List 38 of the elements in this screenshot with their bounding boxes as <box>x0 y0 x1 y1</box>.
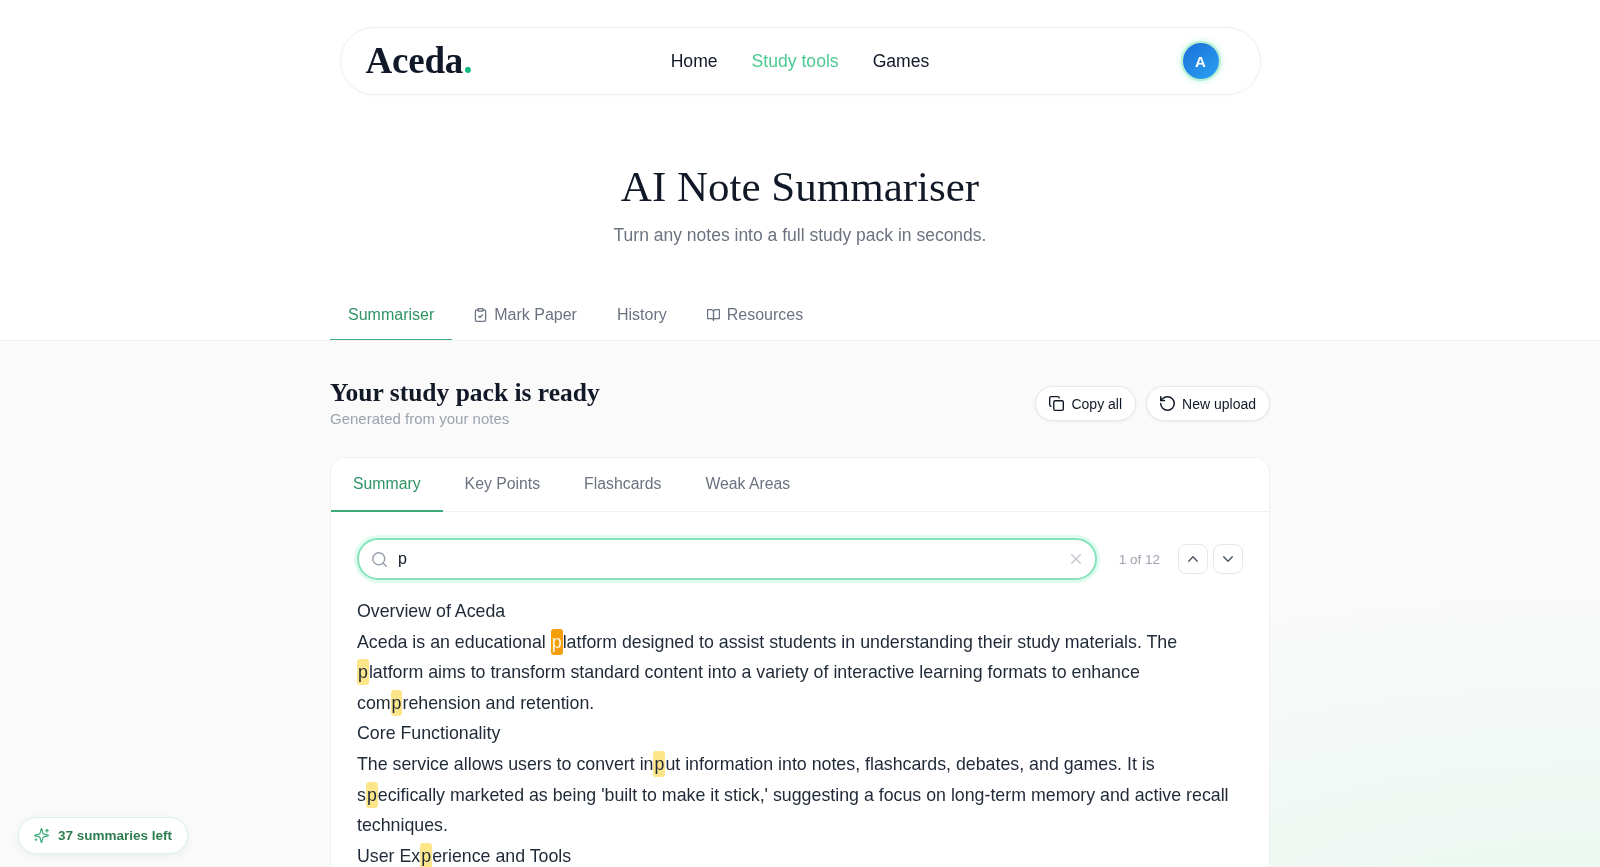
page-subtitle: Turn any notes into a full study pack in seconds. <box>612 224 988 247</box>
page-title: AI Note Summariser <box>619 162 981 212</box>
match-counter: 1 of 12 <box>1118 551 1160 567</box>
next-match-button[interactable] <box>1213 544 1243 574</box>
tab[interactable]: History <box>598 290 685 341</box>
summary-paragraph: User Experience and Tools <box>357 840 1243 867</box>
chevron-up-icon <box>1188 556 1198 562</box>
new-upload-button[interactable]: New upload <box>1146 386 1270 421</box>
previous-match-button[interactable] <box>1178 544 1208 574</box>
clipboard-check-icon <box>474 307 488 322</box>
tab[interactable]: Flashcards <box>562 458 684 512</box>
summary-paragraph: Core Functionality <box>357 722 502 746</box>
clear-search-button[interactable] <box>1070 554 1081 564</box>
summary-paragraph: The service allows users to convert input information into notes, flashcards, debates, and games. It is specifically marketed as being 'built to make it stick,' suggesting a focus on long-term memory and active recall techniques. <box>357 748 1243 841</box>
quota-text: 37 summaries left <box>58 828 173 843</box>
chevron-down-icon <box>1223 556 1233 562</box>
search-input[interactable]: p <box>398 547 1060 571</box>
search-field[interactable]: p <box>357 538 1097 580</box>
summary-paragraph: Overview of Aceda <box>357 600 507 623</box>
tab[interactable]: Key Points <box>442 458 563 512</box>
avatar-button[interactable]: A <box>1182 43 1219 79</box>
circular-arrow-icon <box>1160 396 1176 411</box>
copy-icon <box>1049 396 1065 411</box>
tab[interactable]: Summary <box>331 458 443 512</box>
nav-link[interactable]: Home <box>670 49 718 73</box>
tab[interactable]: Resources <box>688 290 822 341</box>
sparkle-icon <box>34 828 49 843</box>
section-subtitle: Generated from your notes <box>330 409 511 429</box>
summary-paragraph: Aceda is an educational platform designed to assist students in understanding their study materials. The platform aims to transform standard content into a variety of interactive learning formats to enhance comprehension and retention. <box>357 626 1243 719</box>
tab[interactable]: Mark Paper <box>456 290 595 341</box>
copy-all-button[interactable]: Copy all <box>1035 386 1137 421</box>
open-book-icon <box>706 307 720 322</box>
section-title: Your study pack is ready <box>330 378 600 408</box>
tab[interactable]: Weak Areas <box>683 458 813 512</box>
close-icon <box>1070 554 1081 564</box>
logo[interactable]: Aceda. <box>365 40 473 82</box>
search-icon <box>372 551 387 567</box>
nav-link[interactable]: Games <box>872 49 930 73</box>
